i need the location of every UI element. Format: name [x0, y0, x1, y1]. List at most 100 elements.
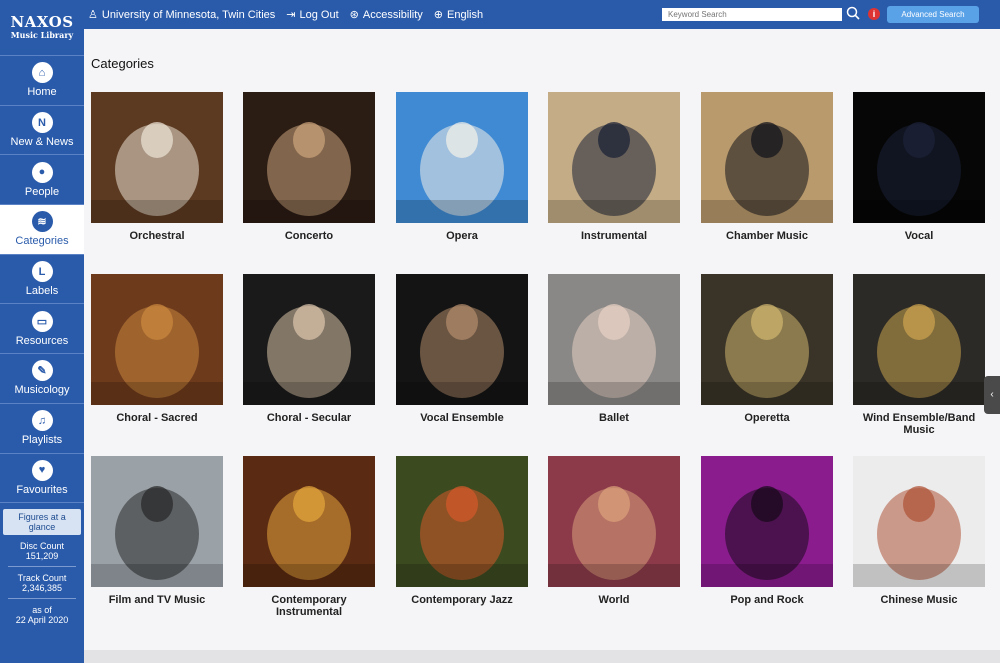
category-tile[interactable]: World [548, 456, 680, 606]
category-name[interactable]: Vocal Ensemble [396, 412, 528, 424]
category-name[interactable]: Orchestral [91, 230, 223, 242]
category-tile[interactable]: Contemporary Instrumental [243, 456, 375, 618]
category-tile[interactable]: Concerto [243, 92, 375, 242]
category-image[interactable] [91, 456, 223, 587]
folder-icon: ▭ [31, 310, 53, 332]
category-name[interactable]: Ballet [548, 412, 680, 424]
category-image[interactable] [853, 274, 985, 405]
language-link[interactable]: ⊕ English [433, 8, 483, 22]
sidebar-item-label: Labels [25, 285, 59, 298]
category-name[interactable]: Contemporary Instrumental [243, 594, 375, 618]
category-name[interactable]: Instrumental [548, 230, 680, 242]
category-image[interactable] [396, 274, 528, 405]
category-image[interactable] [243, 456, 375, 587]
sidebar-item-home[interactable]: ⌂ Home [0, 56, 84, 106]
category-tile[interactable]: Chamber Music [701, 92, 833, 242]
category-image[interactable] [701, 456, 833, 587]
category-name[interactable]: Film and TV Music [91, 594, 223, 606]
accessibility-label: Accessibility [362, 8, 423, 21]
category-tile[interactable]: Wind Ensemble/Band Music [853, 274, 985, 436]
category-name[interactable]: Concerto [243, 230, 375, 242]
sidebar-item-label: People [24, 185, 60, 198]
sidebar: NAXOS Music Library ⌂ Home N New & News ● Peo… [0, 0, 84, 663]
category-name[interactable]: World [548, 594, 680, 606]
notebook-icon: ✎ [31, 360, 53, 382]
category-tile[interactable]: Orchestral [91, 92, 223, 242]
category-tile[interactable]: Chinese Music [853, 456, 985, 606]
category-name[interactable]: Choral - Sacred [91, 412, 223, 424]
logout-link[interactable]: ⇥ Log Out [286, 8, 338, 22]
category-image[interactable] [548, 92, 680, 223]
category-tile[interactable]: Vocal [853, 92, 985, 242]
category-image[interactable] [701, 92, 833, 223]
sidebar-item-resources[interactable]: ▭ Resources [0, 304, 84, 355]
category-name[interactable]: Contemporary Jazz [396, 594, 528, 606]
disc-count-label: Disc Count [19, 541, 64, 552]
sidebar-item-label: Playlists [21, 434, 63, 447]
institution-link[interactable]: ♙ University of Minnesota, Twin Cities [88, 8, 276, 22]
sidebar-item-favourites[interactable]: ♥ Favourites [0, 454, 84, 504]
info-icon[interactable]: i [868, 8, 880, 20]
heart-icon: ♥ [31, 459, 53, 481]
category-image[interactable] [243, 92, 375, 223]
category-image[interactable] [548, 274, 680, 405]
category-image[interactable] [853, 92, 985, 223]
figures-at-a-glance: Figures at a glance [3, 509, 81, 536]
category-name[interactable]: Vocal [853, 230, 985, 242]
category-name[interactable]: Operetta [701, 412, 833, 424]
page-title: Categories [91, 56, 154, 71]
search-icon[interactable] [846, 6, 860, 20]
sidebar-item-categories[interactable]: ≋ Categories [0, 205, 84, 255]
category-name[interactable]: Opera [396, 230, 528, 242]
category-tile[interactable]: Choral - Sacred [91, 274, 223, 424]
category-name[interactable]: Chinese Music [853, 594, 985, 606]
category-image[interactable] [91, 274, 223, 405]
category-image[interactable] [548, 456, 680, 587]
category-name[interactable]: Wind Ensemble/Band Music [853, 412, 985, 436]
sidebar-item-label: Resources [15, 334, 69, 347]
accessibility-icon: ⊛ [349, 9, 359, 21]
sidebar-item-new-news[interactable]: N New & News [0, 106, 84, 156]
sidebar-item-people[interactable]: ● People [0, 155, 84, 206]
category-tile[interactable]: Pop and Rock [701, 456, 833, 606]
category-name[interactable]: Chamber Music [701, 230, 833, 242]
category-tile[interactable]: Contemporary Jazz [396, 456, 528, 606]
logout-icon: ⇥ [286, 9, 296, 21]
new-icon: N [31, 112, 53, 134]
sidebar-item-labels[interactable]: L Labels [0, 255, 84, 305]
category-image[interactable] [701, 274, 833, 405]
sidebar-item-playlists[interactable]: ♫ Playlists [0, 404, 84, 454]
as-of-value: 22 April 2020 [15, 615, 69, 626]
accessibility-link[interactable]: ⊛ Accessibility [349, 8, 423, 22]
playlist-icon: ♫ [31, 410, 53, 432]
category-image[interactable] [853, 456, 985, 587]
naxos-logo[interactable]: NAXOS Music Library [0, 0, 84, 56]
as-of-label: as of [32, 605, 52, 616]
category-image[interactable] [91, 92, 223, 223]
track-count: Track Count 2,346,385 [8, 573, 76, 600]
category-tile[interactable]: Instrumental [548, 92, 680, 242]
category-tile[interactable]: Film and TV Music [91, 456, 223, 606]
institution-name: University of Minnesota, Twin Cities [101, 8, 276, 21]
disc-count: Disc Count 151,209 [8, 541, 76, 568]
category-tile[interactable]: Operetta [701, 274, 833, 424]
category-tile[interactable]: Vocal Ensemble [396, 274, 528, 424]
keyword-search-input[interactable] [662, 8, 842, 21]
advanced-search-button[interactable]: Advanced Search [887, 6, 979, 23]
category-name[interactable]: Pop and Rock [701, 594, 833, 606]
main-content: Categories Orchestral Concerto Opera Instru… [84, 29, 1000, 663]
collapse-panel-tab[interactable]: ‹ [984, 376, 1000, 414]
home-icon: ⌂ [31, 62, 53, 84]
category-tile[interactable]: Choral - Secular [243, 274, 375, 424]
category-name[interactable]: Choral - Secular [243, 412, 375, 424]
category-image[interactable] [396, 456, 528, 587]
sidebar-item-label: Categories [15, 235, 69, 248]
layers-icon: ≋ [31, 211, 53, 233]
globe-icon: ⊕ [433, 9, 443, 21]
category-tile[interactable]: Opera [396, 92, 528, 242]
logo-main-text: NAXOS [10, 13, 74, 31]
category-tile[interactable]: Ballet [548, 274, 680, 424]
category-image[interactable] [243, 274, 375, 405]
category-image[interactable] [396, 92, 528, 223]
sidebar-item-musicology[interactable]: ✎ Musicology [0, 354, 84, 404]
